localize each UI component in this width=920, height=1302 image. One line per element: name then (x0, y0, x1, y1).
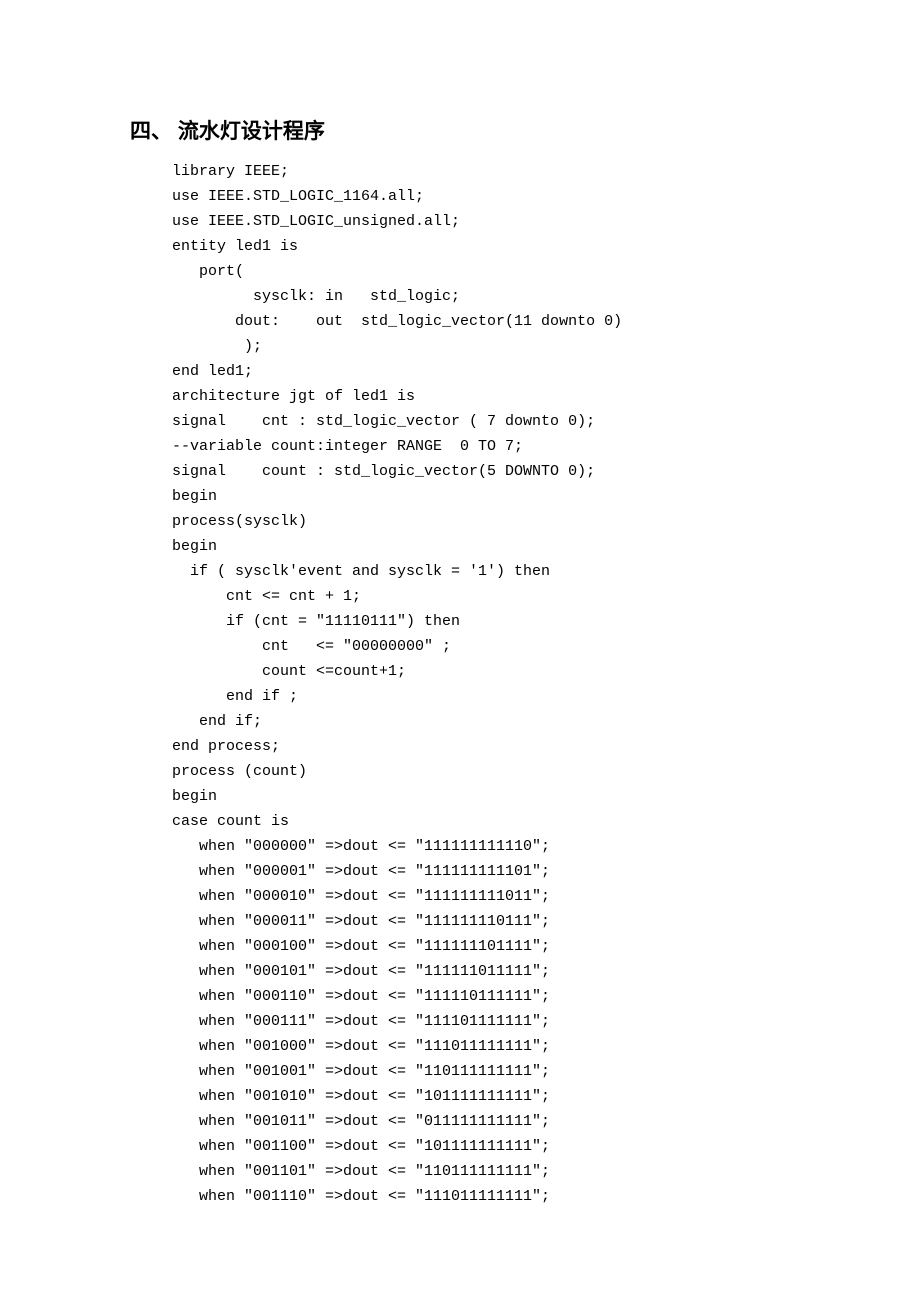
section-heading: 四、 流水灯设计程序 (130, 115, 830, 145)
code-block: library IEEE; use IEEE.STD_LOGIC_1164.al… (172, 159, 830, 1209)
document-page: 四、 流水灯设计程序 library IEEE; use IEEE.STD_LO… (0, 0, 920, 1269)
